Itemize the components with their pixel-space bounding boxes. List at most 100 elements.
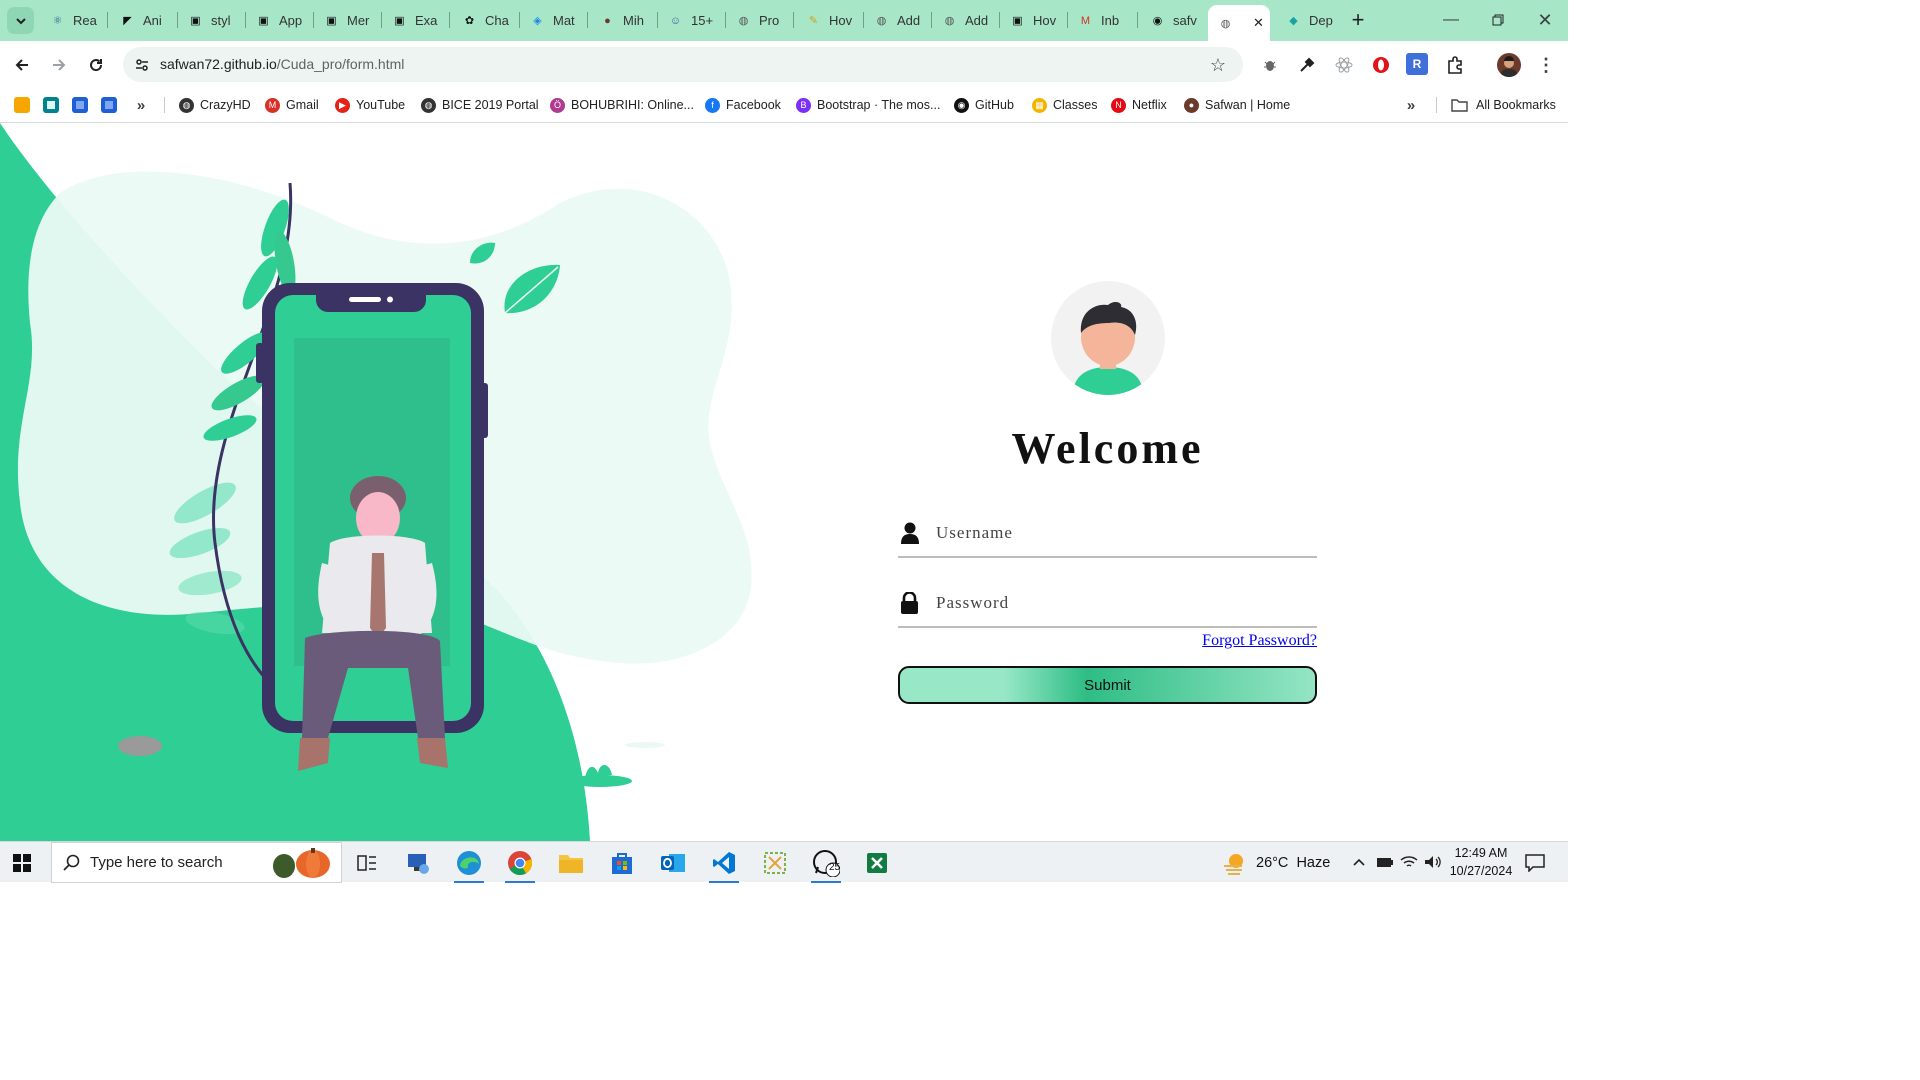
show-hidden-icons-button[interactable]	[1350, 852, 1368, 872]
reload-button[interactable]	[83, 52, 109, 78]
forgot-password-link[interactable]: Forgot Password?	[1150, 632, 1317, 650]
avatar-icon: ●	[1184, 97, 1199, 113]
tab-label: Mer	[347, 13, 370, 28]
taskbar-app-chrome[interactable]	[499, 847, 541, 883]
taskbar-app-whatsapp[interactable]: 25	[805, 847, 847, 883]
taskbar-app-edge[interactable]	[448, 847, 490, 883]
outlook-icon	[661, 854, 685, 872]
restore-button[interactable]	[1483, 8, 1513, 32]
extensions-puzzle-icon[interactable]	[1443, 53, 1467, 77]
task-view-button[interactable]	[346, 847, 388, 879]
browser-toolbar: safwan72.github.io/Cuda_pro/form.html ☆ …	[0, 41, 1568, 87]
chevron-up-icon	[1353, 858, 1365, 866]
classroom-icon: ▦	[1032, 97, 1047, 113]
tab-4[interactable]: ▣ Mer	[314, 6, 380, 35]
bookmark-label: Netflix	[1132, 98, 1167, 112]
bookmarks-bar: » ◍ CrazyHD M Gmail ▶ YouTube ◍ BICE 2019 Porta…	[0, 87, 1568, 123]
taskbar-app-file-explorer[interactable]	[550, 847, 592, 879]
tab-2[interactable]: ▣ styl	[178, 6, 244, 35]
tab-12[interactable]: ◍ Add	[864, 6, 930, 35]
arrow-left-icon	[15, 59, 28, 71]
notification-icon	[1525, 854, 1545, 872]
tab-3[interactable]: ▣ App	[246, 6, 312, 35]
close-window-button[interactable]: ✕	[1530, 8, 1560, 32]
opera-extension-icon[interactable]	[1369, 53, 1393, 77]
new-tab-button[interactable]: +	[1346, 7, 1370, 32]
tab-17[interactable]: ◍ ✕	[1208, 5, 1270, 41]
bookmark-item[interactable]: B Bootstrap · The mos...	[796, 95, 940, 115]
bookmark-item[interactable]: ◉ GitHub	[954, 95, 1014, 115]
back-button[interactable]	[9, 52, 35, 78]
eyedropper-extension-icon[interactable]	[1295, 53, 1319, 77]
tab-search-button[interactable]	[7, 7, 34, 34]
battery-icon[interactable]	[1375, 852, 1395, 872]
bookmark-item[interactable]: ● Safwan | Home	[1184, 95, 1290, 115]
tab-16[interactable]: ◉ safv	[1140, 6, 1202, 35]
minimize-button[interactable]: —	[1436, 8, 1466, 32]
r-extension-icon[interactable]: R	[1406, 53, 1428, 75]
taskbar-app-excel[interactable]	[856, 847, 898, 879]
browser-menu-icon[interactable]: ⋮	[1534, 53, 1558, 77]
tab-label: Cha	[485, 13, 509, 28]
volume-icon[interactable]	[1423, 852, 1443, 872]
tab-10[interactable]: ◍ Pro	[726, 6, 792, 35]
weather-widget[interactable]: 26°C Haze	[1222, 849, 1330, 877]
submit-button[interactable]: Submit	[898, 666, 1317, 704]
bookmark-app-orange-icon[interactable]	[14, 97, 30, 113]
wifi-icon[interactable]	[1399, 852, 1419, 872]
tab-13[interactable]: ◍ Add	[932, 6, 998, 35]
taskbar-app-outlook[interactable]	[652, 847, 694, 879]
site-info-icon[interactable]	[131, 54, 153, 76]
bookmark-item[interactable]: ◍ CrazyHD	[179, 95, 251, 115]
bookmarks-overflow-left-icon[interactable]: »	[132, 95, 150, 115]
notifications-button[interactable]	[1523, 851, 1547, 875]
password-field[interactable]	[898, 582, 1317, 628]
bookmark-item[interactable]: ▦ Classes	[1032, 95, 1097, 115]
tab-8[interactable]: ● Mih	[590, 6, 656, 35]
close-tab-icon[interactable]: ✕	[1253, 15, 1264, 31]
windows-start-button[interactable]	[10, 851, 34, 875]
react-devtools-icon[interactable]	[1332, 53, 1356, 77]
bookmark-item[interactable]: M Gmail	[265, 95, 319, 115]
password-input[interactable]	[936, 588, 1306, 618]
diamond-icon: ◆	[1289, 15, 1298, 27]
tab-5[interactable]: ▣ Exa	[382, 6, 448, 35]
tab-7[interactable]: ◈ Mat	[520, 6, 586, 35]
tab-0[interactable]: ⚛ Rea	[40, 6, 106, 35]
tab-14[interactable]: ▣ Hov	[1000, 6, 1066, 35]
bookmark-label: Facebook	[726, 98, 781, 112]
all-bookmarks-button[interactable]: All Bookmarks	[1451, 95, 1556, 115]
bug-extension-icon[interactable]	[1258, 53, 1282, 77]
tab-11[interactable]: ✎ Hov	[796, 6, 862, 35]
tab-15[interactable]: M Inb	[1068, 6, 1136, 35]
bookmarks-overflow-right-icon[interactable]: »	[1402, 95, 1420, 115]
bookmark-app-teal-icon[interactable]	[43, 97, 59, 113]
taskbar-app-vscode[interactable]	[703, 847, 745, 883]
tab-1[interactable]: ◤ Ani	[110, 6, 176, 35]
taskbar-app-pc-manager[interactable]	[397, 847, 439, 879]
bookmark-item[interactable]: N Netflix	[1111, 95, 1167, 115]
profile-avatar[interactable]	[1497, 53, 1521, 77]
taskbar-search-box[interactable]: Type here to search	[51, 842, 342, 883]
tab-18[interactable]: ◆ Dep	[1276, 6, 1338, 35]
bookmark-app-blue2-icon[interactable]	[101, 97, 117, 113]
bookmark-item[interactable]: f Facebook	[705, 95, 781, 115]
chrome-icon	[508, 851, 533, 876]
forward-button[interactable]	[46, 52, 72, 78]
bookmark-label: Classes	[1053, 98, 1098, 112]
clock[interactable]: 12:49 AM 10/27/2024	[1446, 844, 1516, 880]
bookmark-star-icon[interactable]: ☆	[1207, 54, 1229, 76]
tab-9[interactable]: ☺ 15+	[658, 6, 724, 35]
bookmark-app-blue-icon[interactable]	[72, 97, 88, 113]
bookmark-item[interactable]: ◍ BICE 2019 Portal	[421, 95, 539, 115]
username-field[interactable]	[898, 512, 1317, 558]
tab-6[interactable]: ✿ Cha	[452, 6, 518, 35]
username-input[interactable]	[936, 518, 1306, 548]
bookmark-item[interactable]: ▶ YouTube	[335, 95, 405, 115]
url-text[interactable]: safwan72.github.io/Cuda_pro/form.html	[160, 56, 404, 72]
bookmark-item[interactable]: Ö BOHUBRIHI: Online...	[550, 95, 694, 115]
taskbar-app-store[interactable]	[601, 847, 643, 879]
address-bar[interactable]: safwan72.github.io/Cuda_pro/form.html ☆	[123, 47, 1243, 82]
taskbar-app-snip[interactable]	[754, 847, 796, 879]
mui-icon: ◈	[533, 15, 542, 27]
